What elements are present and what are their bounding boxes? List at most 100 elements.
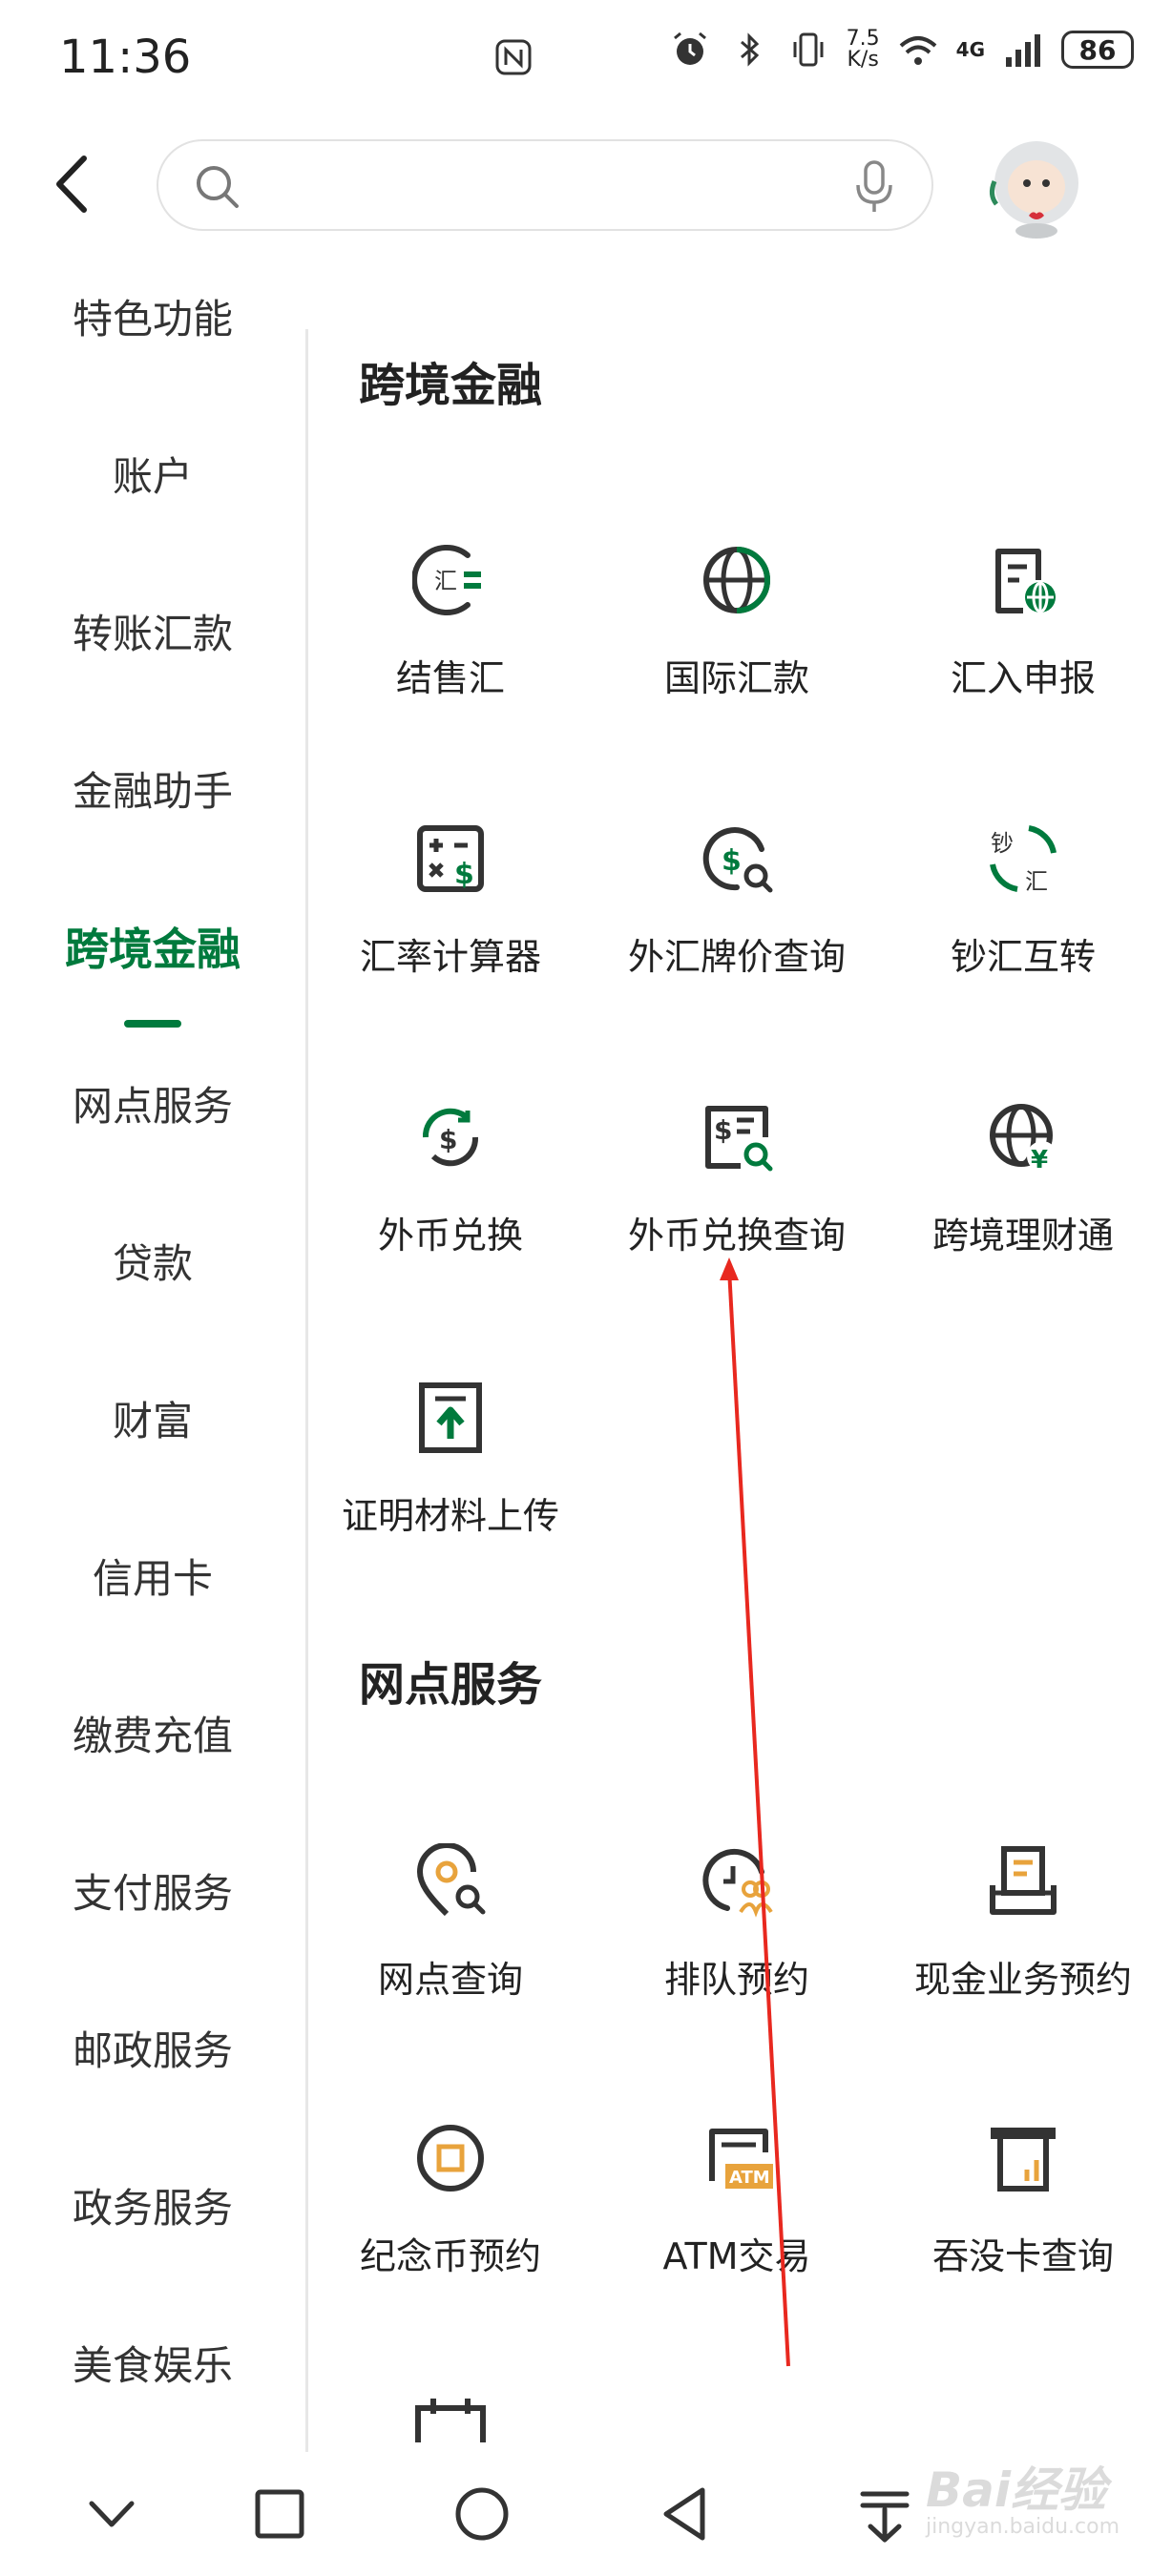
bluetooth-icon xyxy=(740,32,759,67)
tile-label: 汇入申报 xyxy=(950,657,1096,699)
search-icon xyxy=(197,166,239,208)
tile-currency-exchange[interactable]: $ 外币兑换 xyxy=(307,1099,594,1299)
signal-icon xyxy=(1006,34,1040,67)
card-swallowed-icon xyxy=(991,2128,1056,2192)
battery-indicator: 86 xyxy=(1061,31,1134,69)
network-type: 4G xyxy=(955,38,985,61)
tile-cash-exchange[interactable]: 钞 汇 钞汇互转 xyxy=(880,821,1166,1021)
sidebar-active-indicator xyxy=(124,1020,181,1028)
sidebar-item-postal[interactable]: 邮政服务 xyxy=(0,2008,305,2094)
watermark-main: Bai经验 xyxy=(926,2462,1106,2518)
sidebar-item-account[interactable]: 账户 xyxy=(0,434,305,520)
tile-label: 钞汇互转 xyxy=(950,936,1096,978)
svg-text:钞: 钞 xyxy=(991,830,1014,857)
branch-search-icon xyxy=(417,1843,486,1917)
net-speed-unit: K/s xyxy=(847,48,879,72)
tile-label: 纪念币预约 xyxy=(359,2235,541,2277)
upload-icon xyxy=(419,1382,482,1453)
header xyxy=(0,124,1172,248)
svg-text:汇: 汇 xyxy=(434,568,457,594)
currency-exchange-icon: $ xyxy=(422,1108,479,1167)
status-bar: 11:36 7.5 K/s 4G 86 xyxy=(0,0,1172,114)
queue-booking-icon xyxy=(702,1848,773,1918)
wifi-icon xyxy=(899,36,936,65)
tile-cross-border-wealth[interactable]: ¥ 跨境理财通 xyxy=(880,1099,1166,1299)
svg-text:$: $ xyxy=(454,858,474,891)
sidebar-item-payment-service[interactable]: 支付服务 xyxy=(0,1851,305,1937)
tile-label: 汇率计算器 xyxy=(359,936,541,978)
tile-label: 网点查询 xyxy=(377,1959,523,2001)
exchange-settlement-icon: 汇 xyxy=(412,545,481,615)
tile-label: ATM交易 xyxy=(662,2235,811,2277)
sidebar-item-payment-topup[interactable]: 缴费充值 xyxy=(0,1693,305,1779)
tile-branch-search[interactable]: 网点查询 xyxy=(307,1843,594,2044)
tile-label: 外币兑换查询 xyxy=(627,1215,846,1257)
tile-exchange-query[interactable]: $ 外币兑换查询 xyxy=(594,1099,880,1299)
search-bar[interactable] xyxy=(157,139,933,231)
svg-text:$: $ xyxy=(722,844,742,878)
tile-label: 现金业务预约 xyxy=(913,1959,1132,2001)
sidebar-item-transfer[interactable]: 转账汇款 xyxy=(0,592,305,677)
sidebar-item-government[interactable]: 政务服务 xyxy=(0,2166,305,2252)
tile-exchange-settlement[interactable]: 汇 结售汇 xyxy=(307,542,594,742)
cash-service-icon xyxy=(990,1846,1057,1915)
tile-commemorative-coin[interactable]: 纪念币预约 xyxy=(307,2120,594,2320)
nfc-icon xyxy=(495,39,532,75)
microphone-icon[interactable] xyxy=(853,158,895,216)
vibrate-icon xyxy=(793,32,824,67)
svg-text:汇: 汇 xyxy=(1025,868,1048,895)
tile-document-upload[interactable]: 证明材料上传 xyxy=(307,1380,594,1580)
sidebar-item-food-entertainment[interactable]: 美食娱乐 xyxy=(0,2323,305,2409)
tile-swallowed-card-query[interactable]: 吞没卡查询 xyxy=(880,2120,1166,2320)
sidebar-item-wealth[interactable]: 财富 xyxy=(0,1379,305,1465)
back-nav-button[interactable] xyxy=(651,2481,718,2547)
back-button[interactable] xyxy=(46,151,103,218)
svg-text:$: $ xyxy=(439,1124,457,1155)
exchange-query-icon: $ xyxy=(705,1106,773,1172)
tile-international-remittance[interactable]: 国际汇款 xyxy=(594,542,880,742)
calculator-icon: $ xyxy=(417,825,484,892)
tile-label: 吞没卡查询 xyxy=(931,2235,1114,2277)
sidebar-item-features[interactable]: 特色功能 xyxy=(0,277,305,363)
home-button[interactable] xyxy=(449,2481,515,2547)
cross-border-wealth-icon: ¥ xyxy=(990,1104,1057,1174)
status-time: 11:36 xyxy=(59,31,192,84)
section-title-branch-service: 网点服务 xyxy=(359,1658,543,1712)
tile-label: 跨境理财通 xyxy=(931,1215,1114,1257)
tile-label: 国际汇款 xyxy=(663,657,809,699)
net-speed-value: 7.5 xyxy=(846,27,880,51)
tile-atm-transaction[interactable]: ATM ATM交易 xyxy=(594,2120,880,2320)
status-icons: 7.5 K/s 4G 86 xyxy=(669,29,1134,71)
tile-rate-calculator[interactable]: $ 汇率计算器 xyxy=(307,821,594,1021)
svg-text:$: $ xyxy=(714,1114,732,1146)
search-input[interactable] xyxy=(254,160,792,216)
tile-fx-rate-query[interactable]: $ 外汇牌价查询 xyxy=(594,821,880,1021)
watermark-sub: jingyan.baidu.com xyxy=(926,2515,1120,2539)
sidebar: 特色功能 账户 转账汇款 金融助手 跨境金融 网点服务 贷款 财富 信用卡 缴费… xyxy=(0,277,305,2442)
alarm-icon xyxy=(673,31,706,65)
cash-exchange-icon: 钞 汇 xyxy=(990,825,1057,895)
inward-declaration-icon xyxy=(995,549,1056,613)
collapse-icon[interactable] xyxy=(78,2481,145,2547)
tile-cash-service-booking[interactable]: 现金业务预约 xyxy=(880,1843,1166,2044)
section-title-cross-border: 跨境金融 xyxy=(359,359,543,412)
tile-inward-declaration[interactable]: 汇入申报 xyxy=(880,542,1166,742)
atm-icon: ATM xyxy=(709,2129,773,2189)
tile-queue-booking[interactable]: 排队预约 xyxy=(594,1843,880,2044)
tile-label: 外汇牌价查询 xyxy=(627,936,846,978)
recent-apps-button[interactable] xyxy=(246,2481,313,2547)
sidebar-item-branch[interactable]: 网点服务 xyxy=(0,1064,305,1150)
sidebar-item-loan[interactable]: 贷款 xyxy=(0,1221,305,1307)
fx-rate-search-icon: $ xyxy=(702,827,773,893)
tile-label: 排队预约 xyxy=(663,1959,809,2001)
svg-text:ATM: ATM xyxy=(729,2168,770,2188)
sidebar-item-assistant[interactable]: 金融助手 xyxy=(0,749,305,835)
svg-text:¥: ¥ xyxy=(1031,1146,1048,1174)
calendar-icon xyxy=(415,2399,486,2442)
avatar[interactable] xyxy=(979,128,1094,242)
sidebar-item-credit-card[interactable]: 信用卡 xyxy=(0,1536,305,1622)
net-speed: 7.5 K/s xyxy=(847,29,880,71)
tile-label: 证明材料上传 xyxy=(341,1495,559,1537)
sidebar-item-cross-border[interactable]: 跨境金融 xyxy=(0,906,305,992)
watermark: Bai经验 jingyan.baidu.com xyxy=(859,2442,1164,2547)
